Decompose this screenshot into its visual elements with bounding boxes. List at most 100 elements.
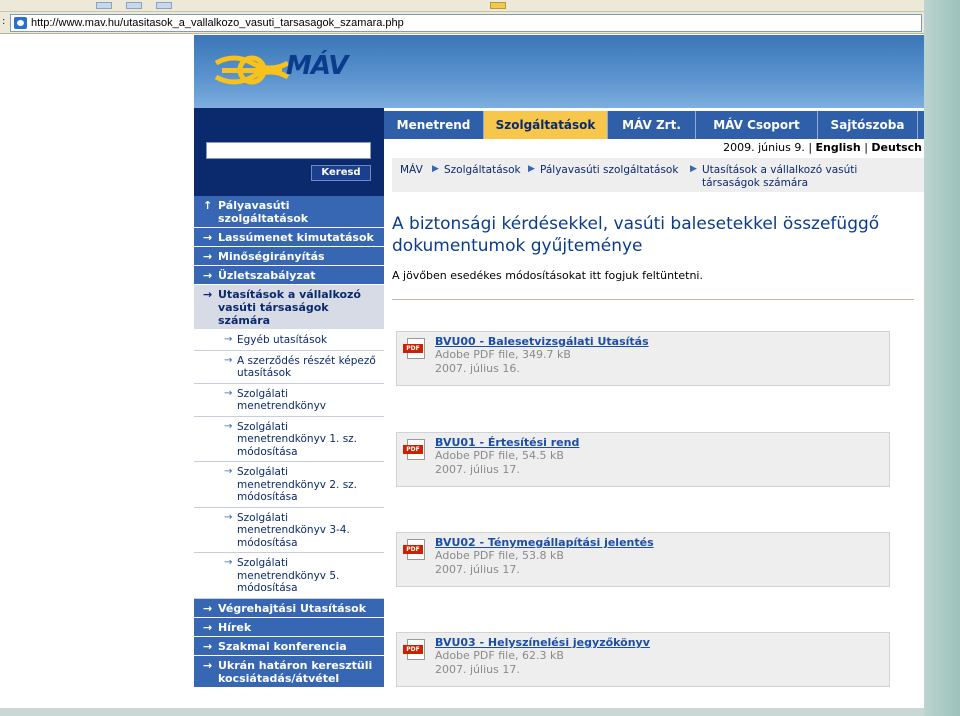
document-item: PDF BVU03 - Helyszínelési jegyzőkönyv Ad… [396, 632, 890, 687]
sidebar-item-label: Végrehajtási Utasítások [218, 601, 367, 615]
logo-text: MÁV [286, 51, 348, 81]
document-link[interactable]: BVU02 - Ténymegállapítási jelentés [435, 536, 654, 549]
breadcrumb-arrow-icon: ▶ [432, 164, 439, 174]
pdf-icon: PDF [403, 639, 427, 660]
document-type: Adobe PDF file, 53.8 kB [435, 549, 564, 562]
sidebar-nav: ↑ Pályavasúti szolgáltatások → Lassúmene… [194, 196, 384, 688]
document-meta: Adobe PDF file, 349.7 kB 2007. július 16… [435, 348, 571, 375]
sidebar-item-minoseg[interactable]: → Minőségirányítás [194, 247, 384, 266]
arrow-right-icon: → [203, 288, 213, 301]
document-type: Adobe PDF file, 349.7 kB [435, 348, 571, 361]
sidebar-item-palyavasuti[interactable]: ↑ Pályavasúti szolgáltatások [194, 196, 384, 228]
address-label: : [2, 16, 6, 27]
tab-menetrend[interactable]: Menetrend [384, 111, 484, 139]
arrow-right-icon: → [224, 334, 233, 345]
arrow-right-icon: → [203, 620, 213, 634]
sidebar-subitem-label: Egyéb utasítások [237, 334, 328, 346]
pdf-icon: PDF [403, 338, 427, 359]
document-date: 2007. július 17. [435, 662, 520, 676]
left-column: Keresd ↑ Pályavasúti szolgáltatások → La… [194, 108, 384, 708]
arrow-right-icon: → [203, 231, 213, 244]
search-panel: Keresd [194, 108, 384, 196]
dateline: 2009. június 9. | English | Deutsch [384, 141, 924, 157]
page-title: A biztonsági kérdésekkel, vasúti baleset… [392, 214, 880, 256]
breadcrumb-item[interactable]: Szolgáltatások [444, 164, 521, 177]
document-item: PDF BVU01 - Értesítési rend Adobe PDF fi… [396, 432, 890, 487]
sidebar-subitem-label: Szolgálati menetrendkönyv 1. sz. módosít… [237, 420, 358, 458]
arrow-right-icon: → [224, 466, 233, 477]
document-date: 2007. július 16. [435, 361, 520, 375]
tab-mav-csoport[interactable]: MÁV Csoport [696, 111, 818, 139]
separator: | [864, 141, 868, 154]
address-url[interactable]: http://www.mav.hu/utasitasok_a_vallalkoz… [31, 17, 404, 29]
sidebar-item-label: Szakmai konferencia [218, 639, 347, 653]
sidebar-subitem[interactable]: → Szolgálati menetrendkönyv 3-4. módosítá… [194, 507, 384, 553]
sidebar-item-uzletszabalyzat[interactable]: → Üzletszabályzat [194, 266, 384, 285]
document-item: PDF BVU02 - Ténymegállapítási jelentés A… [396, 532, 890, 587]
arrow-right-icon: → [203, 658, 213, 672]
document-link[interactable]: BVU00 - Balesetvizsgálati Utasítás [435, 335, 649, 348]
sidebar-subitem[interactable]: → A szerződés részét képező utasítások [194, 350, 384, 384]
sidebar-item-utasitasok[interactable]: → Utasítások a vállalkozó vasúti társasá… [194, 285, 384, 330]
sidebar-subitem-label: Szolgálati menetrendkönyv 3-4. módosítás… [237, 511, 350, 549]
breadcrumb-item[interactable]: MÁV [400, 164, 423, 177]
window-edge-bottom [0, 708, 924, 716]
sidebar-subitem[interactable]: → Szolgálati menetrendkönyv 2. sz. módosí… [194, 462, 384, 508]
arrow-up-icon: ↑ [203, 199, 213, 212]
address-bar[interactable]: http://www.mav.hu/utasitasok_a_vallalkoz… [10, 14, 922, 32]
lang-english-link[interactable]: English [816, 141, 861, 154]
document-date: 2007. július 17. [435, 562, 520, 576]
document-meta: Adobe PDF file, 53.8 kB 2007. július 17. [435, 549, 564, 576]
search-input[interactable] [206, 142, 371, 159]
pdf-icon: PDF [403, 439, 427, 460]
site-header: MÁV [194, 35, 924, 108]
document-meta: Adobe PDF file, 54.5 kB 2007. július 17. [435, 449, 564, 476]
divider [392, 299, 914, 300]
sidebar-item-label: Üzletszabályzat [218, 269, 316, 282]
sidebar-subitem[interactable]: → Egyéb utasítások [194, 330, 384, 351]
sidebar-subitem[interactable]: → Szolgálati menetrendkönyv [194, 383, 384, 417]
breadcrumb-item[interactable]: Pályavasúti szolgáltatások [540, 164, 678, 177]
sidebar-item-hirek[interactable]: → Hírek [194, 617, 384, 637]
sidebar-item-vegrehajtasi[interactable]: → Végrehajtási Utasítások [194, 598, 384, 618]
sidebar-subitem-label: Szolgálati menetrendkönyv 2. sz. módosít… [237, 466, 358, 503]
pdf-icon: PDF [403, 539, 427, 560]
breadcrumb-arrow-icon: ▶ [690, 164, 697, 174]
document-date: 2007. július 17. [435, 462, 520, 476]
toolbar-button[interactable] [96, 2, 112, 9]
current-date: 2009. június 9. [723, 141, 805, 154]
sidebar-item-ukran[interactable]: → Ukrán határon keresztüli kocsiátadás/á… [194, 655, 384, 688]
arrow-right-icon: → [224, 420, 233, 432]
lang-deutsch-link[interactable]: Deutsch [871, 141, 922, 154]
toolbar-button[interactable] [490, 2, 506, 9]
document-type: Adobe PDF file, 62.3 kB [435, 649, 564, 662]
sidebar-item-konferencia[interactable]: → Szakmai konferencia [194, 636, 384, 656]
sidebar-item-lassumenet[interactable]: → Lassúmenet kimutatások [194, 228, 384, 247]
sidebar-item-label: Hírek [218, 620, 252, 634]
document-link[interactable]: BVU03 - Helyszínelési jegyzőkönyv [435, 636, 650, 649]
website: MÁV Keresd ↑ Pályavasúti szolgáltatások … [194, 35, 924, 708]
mav-logo[interactable]: MÁV [214, 47, 364, 95]
arrow-right-icon: → [224, 387, 233, 399]
main-tabs: Menetrend Szolgáltatások MÁV Zrt. MÁV Cs… [384, 111, 924, 139]
tab-mav-zrt[interactable]: MÁV Zrt. [608, 111, 696, 139]
document-link[interactable]: BVU01 - Értesítési rend [435, 436, 579, 449]
tab-szolgaltatasok[interactable]: Szolgáltatások [484, 111, 608, 139]
sidebar-subitem[interactable]: → Szolgálati menetrendkönyv 1. sz. módosí… [194, 416, 384, 462]
sidebar-item-label: Lassúmenet kimutatások [218, 231, 374, 244]
toolbar-button[interactable] [156, 2, 172, 9]
arrow-right-icon: → [203, 269, 213, 282]
intro-text: A jövőben esedékes módosításokat itt fog… [392, 269, 703, 282]
arrow-right-icon: → [224, 557, 233, 568]
sidebar-item-label: Ukrán határon keresztüli kocsiátadás/átv… [218, 658, 373, 685]
sidebar-subitem-label: A szerződés részét képező utasítások [237, 354, 376, 380]
separator: | [808, 141, 813, 154]
toolbar-button[interactable] [126, 2, 142, 9]
tab-sajtoszoba[interactable]: Sajtószoba [818, 111, 918, 139]
arrow-right-icon: → [224, 354, 233, 366]
arrow-right-icon: → [224, 511, 233, 523]
arrow-right-icon: → [203, 601, 213, 615]
sidebar-item-label: Minőségirányítás [218, 250, 325, 263]
search-button[interactable]: Keresd [311, 165, 371, 181]
sidebar-subitem[interactable]: → Szolgálati menetrendkönyv 5. módosítása [194, 553, 384, 599]
